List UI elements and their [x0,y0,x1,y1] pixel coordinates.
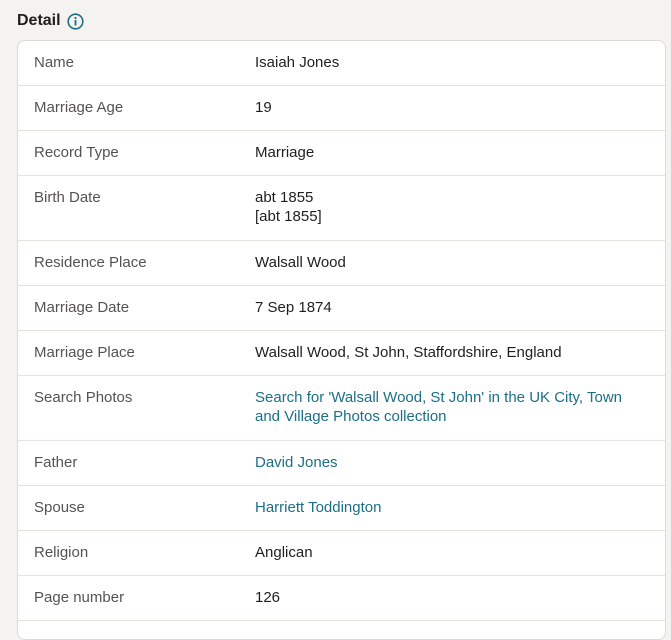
father-link[interactable]: David Jones [255,454,338,471]
birth-date-line-1: abt 1855 [255,189,314,206]
search-photos-link[interactable]: Search for 'Walsall Wood, St John' in th… [255,389,622,425]
row-value: Isaiah Jones [255,54,340,71]
detail-row-search-photos: Search Photos Search for 'Walsall Wood, … [18,376,665,441]
row-value: David Jones [255,453,665,473]
detail-card: Name Isaiah Jones Marriage Age 19 Record… [17,40,666,640]
detail-row-marriage-age: Marriage Age 19 [18,86,665,131]
row-label: Page number [34,589,125,606]
spouse-link[interactable]: Harriett Toddington [255,499,381,516]
birth-date-line-2: [abt 1855] [255,208,322,225]
detail-row-marriage-date: Marriage Date 7 Sep 1874 [18,286,665,331]
row-value: abt 1855 [abt 1855] [255,188,665,228]
row-label: Birth Date [34,189,101,206]
section-title: Detail [17,12,61,29]
detail-row-father: Father David Jones [18,441,665,486]
row-value: 19 [255,99,272,116]
detail-row-religion: Religion Anglican [18,531,665,576]
row-label: Residence Place [34,254,147,271]
row-label: Record Type [34,144,119,161]
detail-row-spouse: Spouse Harriett Toddington [18,486,665,531]
row-value: 126 [255,589,281,606]
row-label: Father [34,454,78,471]
detail-row-name: Name Isaiah Jones [18,41,665,86]
row-label: Search Photos [34,389,133,406]
row-value: Walsall Wood [255,254,346,271]
row-label: Name [34,54,75,71]
info-icon[interactable] [66,12,84,30]
row-label: Spouse [34,499,85,516]
row-value: Walsall Wood, St John, Staffordshire, En… [255,344,562,361]
row-label: Marriage Place [34,344,135,361]
row-value: Search for 'Walsall Wood, St John' in th… [255,388,665,428]
detail-row-birth-date: Birth Date abt 1855 [abt 1855] [18,176,665,241]
row-label: Marriage Age [34,99,124,116]
row-value: Marriage [255,144,315,161]
detail-row-page-number: Page number 126 [18,576,665,621]
row-label: Religion [34,544,89,561]
detail-row-residence-place: Residence Place Walsall Wood [18,241,665,286]
detail-row-marriage-place: Marriage Place Walsall Wood, St John, St… [18,331,665,376]
row-label: Marriage Date [34,299,130,316]
row-value: Harriett Toddington [255,498,665,518]
row-value: Anglican [255,544,313,561]
detail-row-record-type: Record Type Marriage [18,131,665,176]
row-value: 7 Sep 1874 [255,299,332,316]
detail-section-header: Detail [17,9,84,33]
